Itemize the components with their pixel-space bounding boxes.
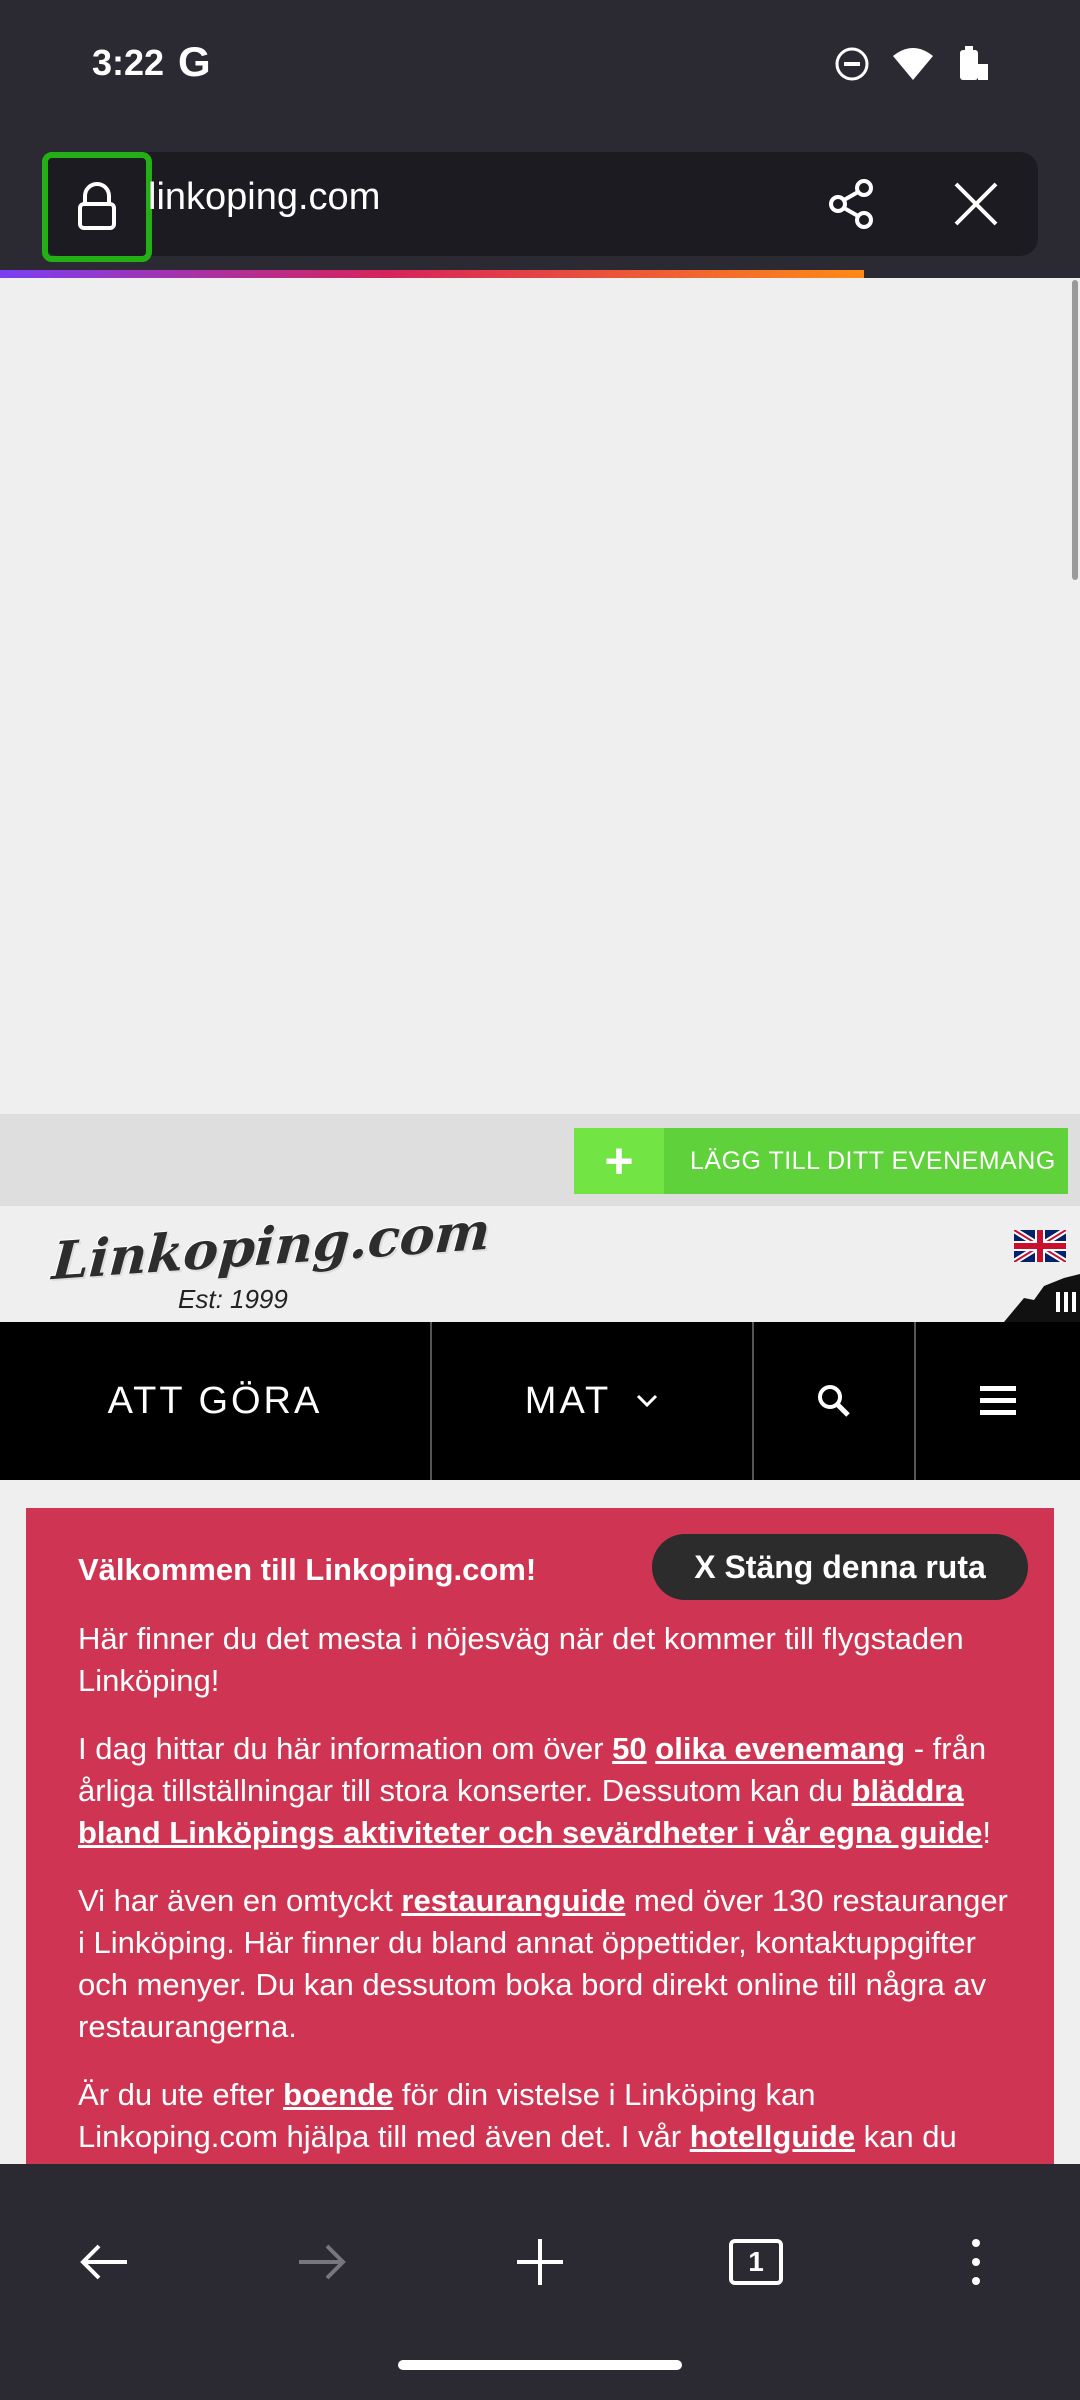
site-header: Linkoping.com Est: 1999 xyxy=(0,1201,1080,1322)
welcome-title: Välkommen till Linkoping.com! xyxy=(78,1552,537,1587)
wifi-icon xyxy=(893,48,933,80)
close-icon xyxy=(954,182,998,226)
plus-icon xyxy=(517,2239,563,2285)
web-content: + LÄGG TILL DITT EVENEMANG Linkoping.com… xyxy=(0,278,1080,2164)
site-logo[interactable]: Linkoping.com xyxy=(50,1201,492,1292)
tab-count-icon: 1 xyxy=(729,2239,783,2285)
main-nav: ATT GÖRA MAT xyxy=(0,1322,1080,1480)
hotel-guide-link[interactable]: hotellguide xyxy=(690,2119,855,2154)
nav-search-button[interactable] xyxy=(754,1322,916,1480)
welcome-paragraph: Här finner du det mesta i nöjesväg när d… xyxy=(78,1621,964,1698)
page-load-progress xyxy=(0,270,864,278)
welcome-paragraph: Vi har även en omtyckt restauranguide me… xyxy=(78,1883,1008,2044)
new-tab-button[interactable] xyxy=(500,2222,580,2302)
status-icons xyxy=(834,44,992,84)
site-security-button[interactable] xyxy=(42,152,152,262)
add-event-button[interactable]: + LÄGG TILL DITT EVENEMANG xyxy=(574,1128,1068,1194)
status-bar: 3:22 G xyxy=(0,0,1080,140)
do-not-disturb-icon xyxy=(835,47,869,81)
tab-count: 1 xyxy=(748,2246,764,2277)
logo-tagline: Est: 1999 xyxy=(178,1284,288,1314)
scrollbar[interactable] xyxy=(1072,280,1078,580)
nav-item-label: MAT xyxy=(524,1379,612,1422)
share-button[interactable] xyxy=(822,174,882,234)
accommodation-link[interactable]: boende xyxy=(283,2077,393,2112)
url-bar[interactable]: linkoping.com xyxy=(42,152,1038,262)
google-icon: G xyxy=(178,38,211,85)
hamburger-menu-icon xyxy=(980,1386,1016,1415)
arrow-left-icon xyxy=(80,2244,127,2280)
search-icon xyxy=(818,1385,850,1417)
tabs-button[interactable]: 1 xyxy=(716,2222,796,2302)
welcome-paragraph: I dag hittar du här information om över … xyxy=(78,1731,992,1850)
welcome-box: Välkommen till Linkoping.com! X Stäng de… xyxy=(26,1508,1054,2164)
welcome-paragraph: Är du ute efter boende för din vistelse … xyxy=(78,2077,957,2154)
back-button[interactable] xyxy=(64,2222,144,2302)
more-vert-icon xyxy=(972,2239,980,2285)
city-silhouette-icon xyxy=(1004,1274,1080,1322)
plus-icon: + xyxy=(574,1128,664,1194)
nav-menu-button[interactable] xyxy=(916,1322,1080,1480)
nav-item-att-gora[interactable]: ATT GÖRA xyxy=(0,1322,432,1480)
events-link[interactable]: olika evenemang xyxy=(655,1731,905,1766)
nav-item-label: ATT GÖRA xyxy=(107,1379,323,1422)
lock-icon xyxy=(78,182,116,230)
arrow-right-icon xyxy=(299,2244,346,2280)
forward-button[interactable] xyxy=(282,2222,362,2302)
restaurant-guide-link[interactable]: restauranguide xyxy=(401,1883,625,1918)
battery-icon xyxy=(960,46,988,80)
close-tab-button[interactable] xyxy=(946,174,1006,234)
events-count-link[interactable]: 50 xyxy=(612,1731,646,1766)
home-indicator[interactable] xyxy=(398,2360,682,2370)
share-icon xyxy=(829,179,873,229)
nav-item-mat[interactable]: MAT xyxy=(432,1322,754,1480)
close-welcome-button[interactable]: X Stäng denna ruta xyxy=(652,1534,1028,1600)
add-event-label: LÄGG TILL DITT EVENEMANG xyxy=(690,1146,1056,1175)
menu-button[interactable] xyxy=(936,2222,1016,2302)
status-time: 3:22 xyxy=(92,42,165,83)
url-text[interactable]: linkoping.com xyxy=(148,176,380,219)
welcome-body: Här finner du det mesta i nöjesväg när d… xyxy=(78,1618,1018,2164)
chevron-down-icon xyxy=(637,1394,658,1408)
